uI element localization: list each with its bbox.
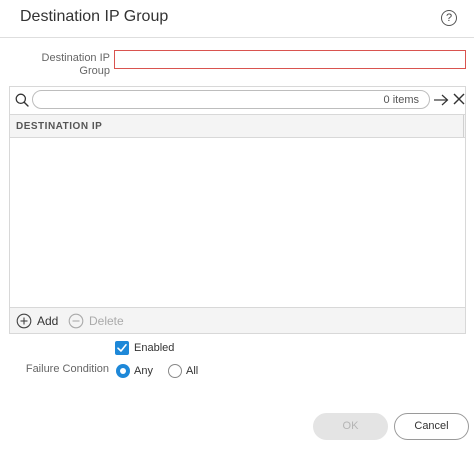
grid-search-input[interactable]: 0 items	[32, 90, 430, 109]
arrow-right-icon[interactable]	[433, 92, 449, 108]
destination-ip-group-label: Destination IP Group	[41, 52, 110, 77]
dialog-title: Destination IP Group	[20, 8, 169, 25]
radio-all-label: All	[186, 365, 199, 377]
delete-button[interactable]: Delete	[68, 313, 128, 329]
enabled-checkbox[interactable]	[115, 341, 129, 355]
search-icon	[15, 93, 29, 107]
question-circle-icon[interactable]: ?	[441, 10, 457, 26]
radio-any[interactable]	[116, 364, 130, 378]
grid-search-bar: 0 items	[10, 87, 465, 113]
column-header-destination-ip[interactable]: DESTINATION IP	[10, 114, 465, 138]
radio-all[interactable]	[168, 364, 182, 378]
close-icon[interactable]	[453, 93, 465, 105]
delete-button-label: Delete	[89, 314, 124, 328]
destination-ip-grid: 0 items DESTINATION IP Add Delete	[9, 86, 466, 334]
grid-toolbar: Add Delete	[10, 307, 465, 333]
item-count: 0 items	[383, 94, 419, 106]
column-header-label: DESTINATION IP	[16, 121, 103, 132]
failure-condition-label: Failure Condition	[25, 363, 109, 375]
dialog-header: Destination IP Group ?	[0, 0, 474, 38]
cancel-button[interactable]: Cancel	[394, 413, 469, 440]
enabled-label: Enabled	[134, 342, 175, 354]
column-resize-handle[interactable]	[463, 115, 464, 137]
plus-circle-icon	[16, 313, 32, 329]
checkmark-icon	[117, 343, 127, 352]
minus-circle-icon	[68, 313, 84, 329]
ok-button[interactable]: OK	[313, 413, 388, 440]
grid-body-empty	[10, 139, 465, 307]
radio-any-label: Any	[134, 365, 153, 377]
add-button-label: Add	[37, 314, 59, 328]
destination-ip-group-input[interactable]	[114, 50, 466, 69]
add-button[interactable]: Add	[16, 313, 62, 329]
